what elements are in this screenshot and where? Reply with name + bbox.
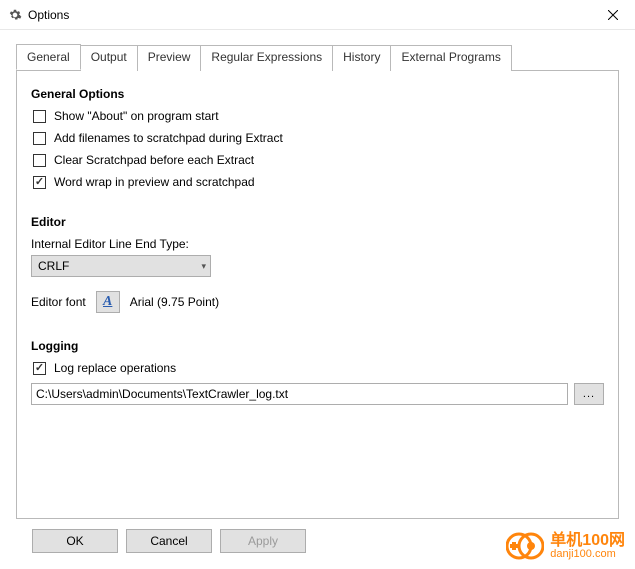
font-picker-button[interactable]: A xyxy=(96,291,120,313)
close-icon xyxy=(608,10,618,20)
window-title: Options xyxy=(28,8,69,22)
option-add-filenames[interactable]: Add filenames to scratchpad during Extra… xyxy=(31,131,604,145)
option-word-wrap[interactable]: Word wrap in preview and scratchpad xyxy=(31,175,604,189)
tab-preview[interactable]: Preview xyxy=(137,45,202,71)
font-a-icon: A xyxy=(103,294,112,310)
option-clear-scratchpad[interactable]: Clear Scratchpad before each Extract xyxy=(31,153,604,167)
title-bar: Options xyxy=(0,0,635,30)
checkbox-icon xyxy=(33,154,46,167)
general-options-section: General Options Show "About" on program … xyxy=(31,87,604,189)
option-log-replace[interactable]: Log replace operations xyxy=(31,361,604,375)
option-show-about[interactable]: Show "About" on program start xyxy=(31,109,604,123)
gear-icon xyxy=(8,8,22,22)
browse-button[interactable]: ... xyxy=(574,383,604,405)
cancel-button[interactable]: Cancel xyxy=(126,529,212,553)
tab-external[interactable]: External Programs xyxy=(390,45,511,71)
watermark: 单机100网 danji100.com xyxy=(506,529,625,563)
option-label: Show "About" on program start xyxy=(54,109,219,123)
general-options-heading: General Options xyxy=(31,87,604,101)
editor-font-label: Editor font xyxy=(31,295,86,309)
tab-history[interactable]: History xyxy=(332,45,391,71)
editor-section: Editor Internal Editor Line End Type: CR… xyxy=(31,215,604,313)
option-label: Clear Scratchpad before each Extract xyxy=(54,153,254,167)
checkbox-icon xyxy=(33,110,46,123)
editor-font-row: Editor font A Arial (9.75 Point) xyxy=(31,291,604,313)
checkbox-icon xyxy=(33,132,46,145)
tab-output[interactable]: Output xyxy=(80,45,138,71)
tab-general[interactable]: General xyxy=(16,44,81,70)
log-path-input[interactable] xyxy=(31,383,568,405)
editor-font-value: Arial (9.75 Point) xyxy=(130,295,219,309)
dropdown-value: CRLF xyxy=(38,259,69,273)
chevron-down-icon: ▾ xyxy=(201,261,206,272)
line-end-label: Internal Editor Line End Type: xyxy=(31,237,604,251)
close-button[interactable] xyxy=(590,1,635,29)
checkbox-icon xyxy=(33,362,46,375)
logging-section: Logging Log replace operations ... xyxy=(31,339,604,405)
option-label: Log replace operations xyxy=(54,361,176,375)
ok-button[interactable]: OK xyxy=(32,529,118,553)
logging-heading: Logging xyxy=(31,339,604,353)
watermark-url: danji100.com xyxy=(550,549,625,560)
editor-heading: Editor xyxy=(31,215,604,229)
tab-bar: General Output Preview Regular Expressio… xyxy=(16,44,619,71)
watermark-cn: 单机100网 xyxy=(550,533,625,549)
tab-regex[interactable]: Regular Expressions xyxy=(200,45,333,71)
tab-panel-general: General Options Show "About" on program … xyxy=(16,71,619,519)
watermark-logo-icon xyxy=(506,529,544,563)
option-label: Word wrap in preview and scratchpad xyxy=(54,175,255,189)
apply-button: Apply xyxy=(220,529,306,553)
checkbox-icon xyxy=(33,176,46,189)
line-end-dropdown[interactable]: CRLF ▾ xyxy=(31,255,211,277)
option-label: Add filenames to scratchpad during Extra… xyxy=(54,131,283,145)
